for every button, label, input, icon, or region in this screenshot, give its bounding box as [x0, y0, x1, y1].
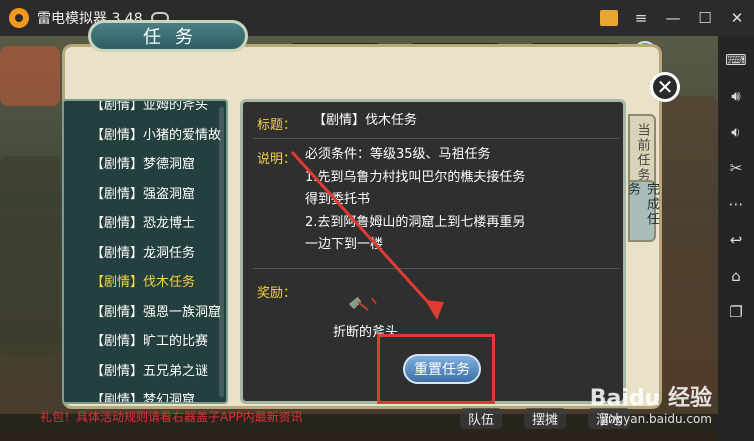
axe-icon — [347, 295, 377, 311]
dialog-title: 任务 — [88, 20, 248, 52]
minimize-icon[interactable]: — — [664, 9, 682, 27]
description-line: 必须条件：等级35级、马祖任务 — [305, 147, 491, 162]
chat-message: 礼包！具体活动规则请看右器盖子APP内最新资讯 — [40, 410, 303, 424]
watermark: Baidu 经验 jingyan.baidu.com — [590, 380, 712, 426]
watermark-logo: Baidu 经验 — [589, 386, 712, 411]
task-list-scrollbar[interactable] — [219, 107, 224, 397]
maximize-icon[interactable]: ☐ — [696, 9, 714, 27]
task-item[interactable]: 【剧情】五兄弟之谜 — [64, 355, 226, 385]
description-text: 必须条件：等级35级、马祖任务 1.先到乌鲁力村找叫巴尔的樵夫接任务 得到委托书… — [305, 144, 525, 257]
reward-label: 奖励： — [257, 286, 297, 301]
gift-icon[interactable] — [600, 10, 618, 26]
description-line: 2.去到阿鲁姆山的洞窟上到七楼再重另 — [305, 214, 526, 230]
emulator-sidebar: ⌨ 🔊︎ 🔉︎ ✂ ⋯ ↩ ⌂ ❐ — [718, 36, 754, 441]
emulator-logo-icon — [9, 8, 29, 28]
divider — [253, 138, 619, 139]
title-label: 标题： — [257, 118, 297, 133]
description-line: 1.先到乌鲁力村找叫巴尔的樵夫接任务 — [305, 169, 526, 185]
task-item[interactable]: 【剧情】强恩一族洞窟 — [64, 296, 226, 326]
task-item[interactable]: 【剧情】小猪的爱情故 — [64, 119, 226, 149]
annotation-box — [377, 334, 495, 404]
task-item[interactable]: 【剧情】梦德洞窟 — [64, 148, 226, 178]
more-icon[interactable]: ⋯ — [726, 194, 746, 214]
description-line: 得到委托书 — [305, 192, 371, 207]
task-item[interactable]: 【剧情】亚姆的斧头 — [64, 101, 226, 119]
task-item[interactable]: 【剧情】梦幻洞窟 — [64, 384, 226, 402]
task-item[interactable]: 【剧情】龙洞任务 — [64, 237, 226, 267]
watermark-url: jingyan.baidu.com — [601, 412, 712, 426]
task-item[interactable]: 【剧情】旷工的比赛 — [64, 325, 226, 355]
task-title: 【剧情】伐木任务 — [313, 113, 418, 128]
description-label: 说明： — [257, 152, 297, 167]
scissors-icon[interactable]: ✂ — [726, 158, 746, 178]
task-item[interactable]: 【剧情】强盗洞窟 — [64, 178, 226, 208]
divider — [253, 268, 619, 269]
background-decoration — [0, 156, 60, 356]
home-icon[interactable]: ⌂ — [726, 266, 746, 286]
recent-apps-icon[interactable]: ❐ — [726, 302, 746, 322]
stall-button[interactable]: 摆摊 — [524, 408, 567, 429]
task-list[interactable]: 【剧情】亚姆的斧头 【剧情】小猪的爱情故 【剧情】梦德洞窟 【剧情】强盗洞窟 【… — [62, 99, 228, 404]
tab-completed-tasks[interactable]: 完成任务 — [625, 180, 659, 242]
volume-down-icon[interactable]: 🔉︎ — [726, 122, 746, 142]
description-line: 一边下到一楼 — [305, 237, 384, 252]
menu-icon[interactable]: ≡ — [632, 9, 650, 27]
task-item[interactable]: 【剧情】恐龙博士 — [64, 207, 226, 237]
close-window-icon[interactable]: ✕ — [728, 9, 746, 27]
team-button[interactable]: 队伍 — [460, 408, 503, 429]
window-controls: ≡ — ☐ ✕ — [600, 0, 746, 36]
close-dialog-button[interactable]: ✕ — [650, 72, 680, 102]
volume-up-icon[interactable]: 🔊︎ — [726, 86, 746, 106]
back-icon[interactable]: ↩ — [726, 230, 746, 250]
background-decoration — [660, 96, 718, 396]
background-decoration — [0, 46, 60, 106]
keyboard-icon[interactable]: ⌨ — [725, 50, 747, 70]
task-item-selected[interactable]: 【剧情】伐木任务 — [64, 266, 226, 296]
